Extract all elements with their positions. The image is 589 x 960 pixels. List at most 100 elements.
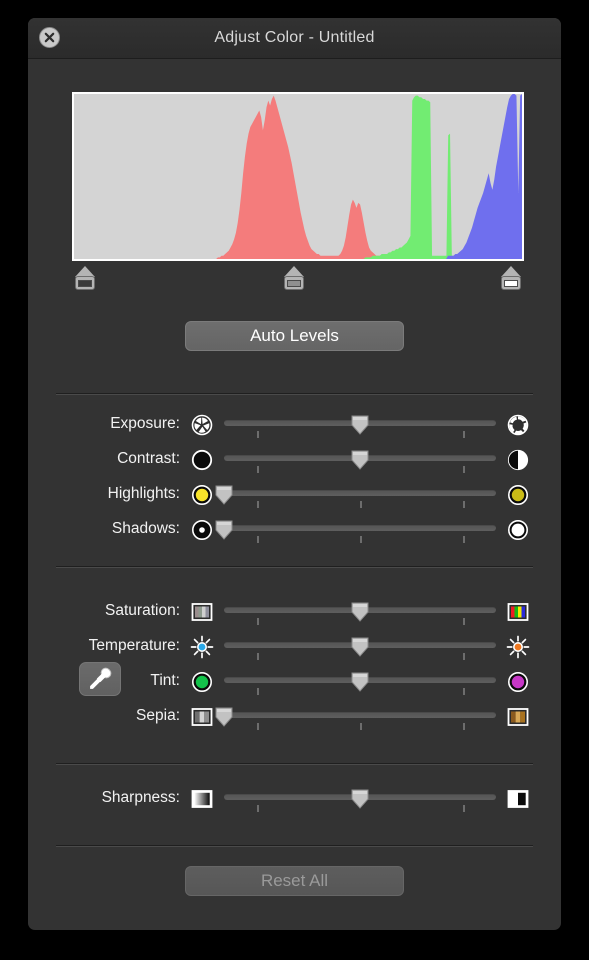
- sharpness-label: Sharpness:: [101, 789, 180, 806]
- highlights-label: Highlights:: [107, 485, 180, 502]
- exposure-max-icon: [506, 413, 530, 437]
- circle-white-icon: [508, 520, 528, 540]
- shadows-min-icon: [190, 518, 214, 542]
- circle-filled-black-icon: [191, 449, 213, 471]
- slider-row-contrast: Contrast:: [28, 444, 561, 479]
- contrast-slider[interactable]: [224, 444, 496, 479]
- tint-slider[interactable]: [224, 666, 496, 701]
- contrast-slider-tick: [256, 466, 259, 473]
- sepia-slider-tick: [360, 723, 362, 730]
- levels-slider: [72, 266, 524, 296]
- eyedropper-icon: [90, 667, 112, 689]
- shadows-slider[interactable]: [215, 514, 496, 549]
- slider-row-saturation: Saturation:: [28, 596, 561, 631]
- sharpness-max-icon: [506, 787, 530, 811]
- tint-slider-knob[interactable]: [349, 670, 371, 692]
- tint-min-icon: [190, 670, 214, 694]
- saturation-slider[interactable]: [224, 596, 496, 631]
- highlights-max-icon: [506, 483, 530, 507]
- circle-half-contrast-icon: [507, 449, 529, 471]
- window-titlebar: Adjust Color - Untitled: [28, 18, 561, 59]
- exposure-slider-knob[interactable]: [349, 413, 371, 435]
- tint-max-icon: [506, 670, 530, 694]
- saturation-slider-knob[interactable]: [349, 600, 371, 622]
- bars-sepia-icon: [507, 708, 529, 726]
- aperture-open-icon: [507, 414, 529, 436]
- saturation-label: Saturation:: [105, 602, 180, 619]
- level-handle-swatch: [504, 280, 518, 287]
- shadows-slider-track[interactable]: [224, 525, 496, 531]
- reset-all-button[interactable]: Reset All: [185, 866, 404, 896]
- sepia-slider-knob[interactable]: [213, 705, 235, 727]
- temperature-max-icon: [506, 635, 530, 659]
- aperture-closed-icon: [191, 414, 213, 436]
- highlights-slider-knob[interactable]: [213, 483, 235, 505]
- shadows-slider-tick: [360, 536, 362, 543]
- sharpness-slider[interactable]: [224, 783, 496, 818]
- temperature-slider[interactable]: [224, 631, 496, 666]
- sharpness-slider-tick: [256, 805, 259, 812]
- circle-black-dot-icon: [192, 520, 212, 540]
- sun-orange-icon: [506, 635, 530, 659]
- level-handle-midpoint[interactable]: [281, 266, 307, 292]
- square-blur-icon: [191, 790, 213, 808]
- contrast-slider-tick: [463, 466, 466, 473]
- temperature-label: Temperature:: [88, 637, 180, 654]
- circle-magenta-icon: [508, 672, 528, 692]
- level-handle-white-point[interactable]: [498, 266, 524, 292]
- highlights-slider-tick: [256, 501, 259, 508]
- sun-blue-icon: [190, 635, 214, 659]
- highlights-slider-track[interactable]: [224, 490, 496, 496]
- exposure-slider-tick: [463, 431, 466, 438]
- square-sharp-icon: [507, 790, 529, 808]
- sepia-label: Sepia:: [136, 707, 180, 724]
- shadows-max-icon: [506, 518, 530, 542]
- histogram-series-red: [74, 95, 522, 259]
- saturation-max-icon: [506, 600, 530, 624]
- bars-rgb-icon: [507, 603, 529, 621]
- histogram-canvas: [74, 94, 522, 259]
- slider-row-exposure: Exposure:: [28, 409, 561, 444]
- sepia-max-icon: [506, 705, 530, 729]
- contrast-max-icon: [506, 448, 530, 472]
- contrast-label: Contrast:: [117, 450, 180, 467]
- circle-yellow-dark-icon: [508, 485, 528, 505]
- contrast-min-icon: [190, 448, 214, 472]
- sharpness-slider-tick: [463, 805, 466, 812]
- level-handle-black-point[interactable]: [72, 266, 98, 292]
- sharpness-min-icon: [190, 787, 214, 811]
- sharpness-slider-knob[interactable]: [349, 787, 371, 809]
- exposure-slider[interactable]: [224, 409, 496, 444]
- exposure-label: Exposure:: [110, 415, 180, 432]
- sepia-slider[interactable]: [215, 701, 496, 736]
- sepia-min-icon: [190, 705, 214, 729]
- histogram-chart: [72, 92, 524, 261]
- circle-yellow-bright-icon: [192, 485, 212, 505]
- exposure-slider-tick: [256, 431, 259, 438]
- level-handle-swatch: [78, 280, 92, 287]
- shadows-slider-tick: [256, 536, 259, 543]
- slider-row-highlights: Highlights:: [28, 479, 561, 514]
- temperature-slider-tick: [463, 653, 466, 660]
- auto-levels-button[interactable]: Auto Levels: [185, 321, 404, 351]
- level-handle-swatch: [286, 280, 301, 287]
- contrast-slider-knob[interactable]: [349, 448, 371, 470]
- circle-green-icon: [192, 672, 212, 692]
- highlights-slider-tick: [463, 501, 466, 508]
- exposure-min-icon: [190, 413, 214, 437]
- separator-4: [56, 845, 533, 847]
- saturation-slider-tick: [256, 618, 259, 625]
- shadows-slider-knob[interactable]: [213, 518, 235, 540]
- saturation-min-icon: [190, 600, 214, 624]
- temperature-slider-knob[interactable]: [349, 635, 371, 657]
- sepia-slider-tick: [463, 723, 466, 730]
- highlights-slider[interactable]: [215, 479, 496, 514]
- eyedropper-button[interactable]: [79, 662, 121, 696]
- saturation-slider-tick: [463, 618, 466, 625]
- temperature-min-icon: [190, 635, 214, 659]
- bars-gray-icon: [191, 708, 213, 726]
- tint-slider-tick: [256, 688, 259, 695]
- tint-slider-tick: [463, 688, 466, 695]
- separator-2: [56, 566, 533, 568]
- sepia-slider-track[interactable]: [224, 712, 496, 718]
